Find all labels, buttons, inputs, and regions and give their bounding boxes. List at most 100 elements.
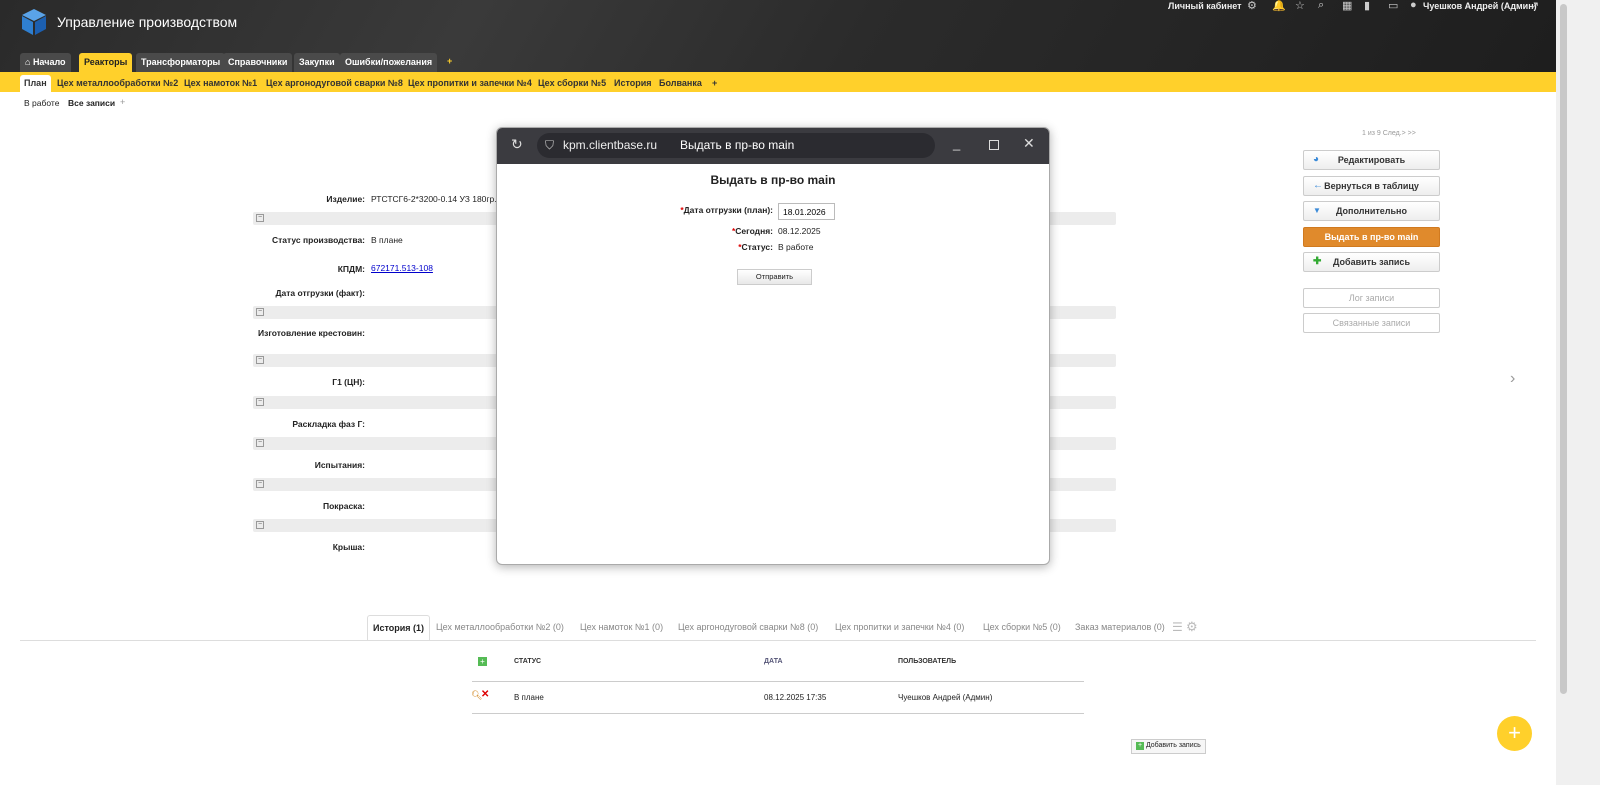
logout-icon[interactable]: ↗ bbox=[1530, 0, 1539, 12]
shield-icon: ⛉ bbox=[545, 138, 555, 152]
col-user[interactable]: ПОЛЬЗОВАТЕЛЬ bbox=[898, 658, 956, 665]
filter-all[interactable]: Все записи bbox=[68, 98, 115, 108]
logo-icon bbox=[22, 9, 46, 35]
btab-metal[interactable]: Цех металлообработки №2 (0) bbox=[431, 615, 569, 640]
col-date[interactable]: ДАТА bbox=[764, 658, 783, 665]
log-button[interactable]: Лог записи bbox=[1303, 288, 1440, 308]
row-divider bbox=[472, 713, 1084, 714]
help-icon[interactable]: ● bbox=[1410, 0, 1417, 11]
subtab-history[interactable]: История bbox=[610, 75, 656, 92]
today-label: *Сегодня: bbox=[731, 226, 773, 236]
row-divider bbox=[472, 681, 1084, 682]
ship-fact-label: Дата отгрузки (факт): bbox=[275, 288, 365, 298]
maximize-button[interactable] bbox=[989, 140, 999, 150]
pager[interactable]: 1 из 9 След.> >> bbox=[1362, 130, 1416, 137]
issue-production-button[interactable]: Выдать в пр-во main bbox=[1303, 227, 1440, 247]
cell-user: Чуешков Андрей (Админ) bbox=[898, 693, 993, 702]
edit-icon: ◕ bbox=[1313, 154, 1320, 165]
cell-status: В плане bbox=[514, 693, 544, 702]
plus-icon: + bbox=[1136, 742, 1144, 750]
subtab-blank[interactable]: Болванка bbox=[655, 75, 706, 92]
kpdm-link[interactable]: 672171.513-108 bbox=[371, 263, 433, 273]
fab-add-button[interactable]: + bbox=[1497, 716, 1532, 751]
kpdm-label: КПДМ: bbox=[337, 264, 365, 274]
tab-references[interactable]: Справочники bbox=[223, 53, 293, 72]
window-title: Выдать в пр-во main bbox=[680, 138, 795, 152]
list-icon[interactable]: ☰ bbox=[1172, 620, 1183, 634]
dialog-heading: Выдать в пр-во main bbox=[710, 173, 836, 187]
dialog-titlebar: ↻ ⛉ kpm.clientbase.ru Выдать в пр-во mai… bbox=[497, 128, 1049, 164]
add-record-button[interactable]: ✚ Добавить запись bbox=[1303, 252, 1440, 272]
app-title: Управление производством bbox=[57, 14, 238, 30]
doc-icon[interactable]: ▭ bbox=[1388, 0, 1398, 12]
faz-label: Раскладка фаз Г: bbox=[292, 419, 365, 429]
subtab-assembly[interactable]: Цех сборки №5 bbox=[534, 75, 610, 92]
today-value: 08.12.2025 bbox=[778, 226, 821, 236]
tab-transformers[interactable]: Трансформаторы bbox=[136, 53, 226, 72]
ship-plan-input[interactable] bbox=[778, 203, 835, 220]
user-name[interactable]: Чуешков Андрей (Админ) bbox=[1423, 1, 1537, 11]
filter-in-work[interactable]: В работе bbox=[24, 98, 59, 108]
edit-button[interactable]: ◕ Редактировать bbox=[1303, 150, 1440, 170]
minimize-button[interactable]: _ bbox=[953, 136, 960, 151]
subtab-plan[interactable]: План bbox=[20, 75, 51, 92]
tab-home[interactable]: ⌂ Начало bbox=[20, 53, 71, 72]
add-tab-button[interactable]: + bbox=[447, 56, 452, 66]
gear-icon[interactable]: ⚙ bbox=[1186, 619, 1198, 635]
calendar-icon[interactable]: ▦ bbox=[1342, 0, 1352, 12]
subtab-metal[interactable]: Цех металлообработки №2 bbox=[53, 75, 182, 92]
gear-icon[interactable]: ⚙ bbox=[1247, 0, 1257, 12]
btab-history[interactable]: История (1) bbox=[367, 615, 431, 640]
scrollbar-track[interactable] bbox=[1556, 0, 1600, 785]
reload-icon[interactable]: ↻ bbox=[511, 136, 523, 153]
subtab-welding[interactable]: Цех аргонодуговой сварки №8 bbox=[262, 75, 407, 92]
col-status[interactable]: СТАТУС bbox=[514, 658, 541, 665]
btab-winding[interactable]: Цех намоток №1 (0) bbox=[575, 615, 668, 640]
tab-purchases[interactable]: Закупки bbox=[294, 53, 340, 72]
more-button[interactable]: ▼ Дополнительно bbox=[1303, 201, 1440, 221]
back-to-table-button[interactable]: ← Вернуться в таблицу bbox=[1303, 176, 1440, 196]
test-label: Испытания: bbox=[314, 460, 365, 470]
tab-reactors[interactable]: Реакторы bbox=[79, 53, 133, 72]
tab-feedback[interactable]: Ошибки/пожелания bbox=[340, 53, 438, 72]
close-button[interactable]: ✕ bbox=[1023, 135, 1035, 152]
status-value: В плане bbox=[371, 235, 403, 245]
paint-label: Покраска: bbox=[322, 501, 365, 511]
bell-icon[interactable]: 🔔 bbox=[1272, 0, 1286, 12]
roof-label: Крыша: bbox=[332, 542, 365, 552]
status-value: В работе bbox=[778, 242, 814, 252]
btab-materials[interactable]: Заказ материалов (0) bbox=[1070, 615, 1170, 640]
chevron-down-icon: ▼ bbox=[1313, 206, 1321, 215]
issue-dialog: ↻ ⛉ kpm.clientbase.ru Выдать в пр-во mai… bbox=[496, 127, 1050, 565]
search-icon[interactable]: ⌕ bbox=[1318, 0, 1324, 12]
add-row-icon[interactable]: + bbox=[478, 657, 487, 666]
scrollbar-thumb[interactable] bbox=[1560, 4, 1567, 694]
status-label: *Статус: bbox=[738, 242, 773, 252]
izdelie-value: РТСТСГ6-2*3200-0.14 УЗ 180гр. bbox=[371, 194, 497, 204]
arrow-left-icon: ← bbox=[1313, 180, 1323, 191]
subtab-impregnation[interactable]: Цех пропитки и запечки №4 bbox=[404, 75, 536, 92]
add-subtab-button[interactable]: + bbox=[708, 75, 721, 92]
cabinet-link[interactable]: Личный кабинет bbox=[1168, 1, 1242, 11]
plus-icon: ✚ bbox=[1313, 256, 1322, 267]
status-label: Статус производства: bbox=[271, 235, 365, 245]
subtab-winding[interactable]: Цех намоток №1 bbox=[180, 75, 261, 92]
izdelie-label: Изделие: bbox=[326, 194, 365, 204]
add-filter-button[interactable]: + bbox=[120, 97, 125, 107]
btab-impregnation[interactable]: Цех пропитки и запечки №4 (0) bbox=[830, 615, 969, 640]
linked-records-button[interactable]: Связанные записи bbox=[1303, 313, 1440, 333]
delete-icon[interactable]: ✕ bbox=[481, 689, 489, 700]
app-header: Управление производством Личный кабинет … bbox=[0, 0, 1556, 72]
btab-assembly[interactable]: Цех сборки №5 (0) bbox=[978, 615, 1066, 640]
btab-welding[interactable]: Цех аргонодуговой сварки №8 (0) bbox=[673, 615, 823, 640]
tabs-divider bbox=[20, 640, 1536, 641]
copy-icon[interactable]: ▮ bbox=[1364, 0, 1370, 12]
submit-button[interactable]: Отправить bbox=[737, 269, 812, 285]
ship-plan-label: *Дата отгрузки (план): bbox=[680, 205, 773, 215]
next-record-chevron-icon[interactable]: › bbox=[1510, 370, 1515, 388]
bookmark-icon[interactable]: ☆ bbox=[1295, 0, 1305, 12]
add-history-button[interactable]: + Добавить запись bbox=[1131, 739, 1206, 754]
url-bar: ⛉ kpm.clientbase.ru Выдать в пр-во main bbox=[537, 133, 935, 158]
cell-date: 08.12.2025 17:35 bbox=[764, 693, 827, 702]
g1-label: Г1 (ЦН): bbox=[332, 377, 365, 387]
